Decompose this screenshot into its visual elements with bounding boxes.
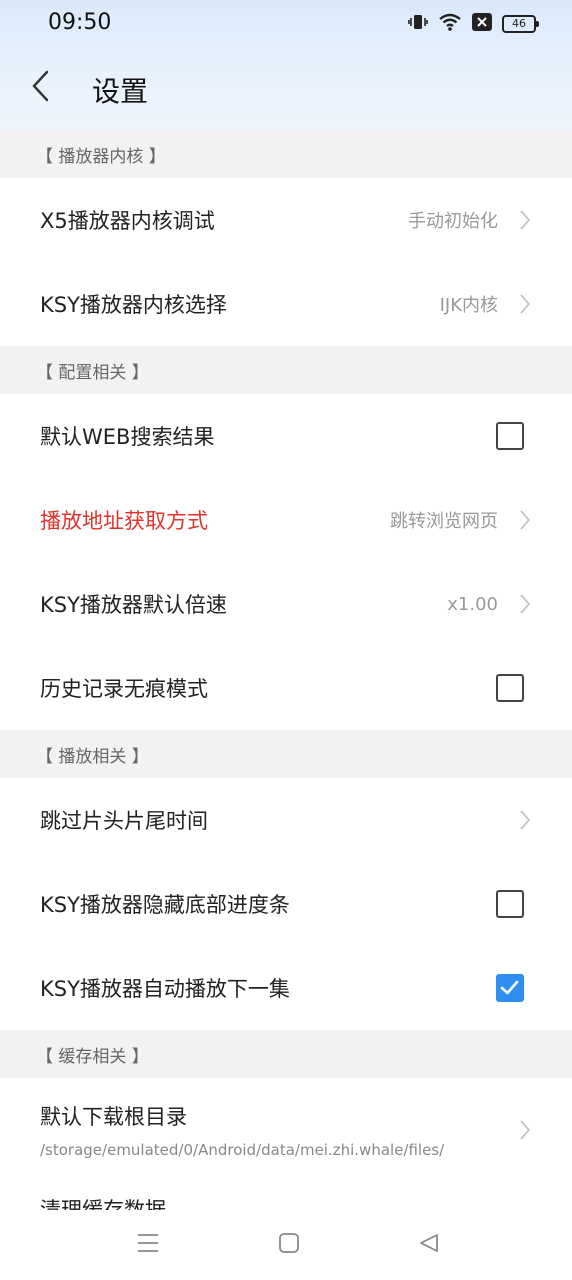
status-icons: 46	[408, 12, 539, 36]
no-signal-icon	[472, 13, 492, 35]
setting-ksy-core-select[interactable]: KSY播放器内核选择 IJK内核	[0, 262, 572, 346]
setting-history-incognito[interactable]: 历史记录无痕模式	[0, 646, 572, 730]
section-header-config: 【 配置相关 】	[0, 346, 572, 394]
web-search-checkbox[interactable]	[496, 422, 524, 450]
setting-label: 跳过片头片尾时间	[40, 809, 208, 833]
chevron-left-icon	[32, 70, 49, 102]
top-area: 09:50 46 设置	[0, 0, 572, 130]
chevron-right-icon	[520, 294, 531, 314]
setting-value: 跳转浏览网页	[390, 511, 498, 532]
setting-label: KSY播放器默认倍速	[40, 593, 227, 617]
setting-label: 播放地址获取方式	[40, 509, 208, 533]
menu-button[interactable]	[136, 1232, 160, 1258]
setting-download-root[interactable]: 默认下载根目录 /storage/emulated/0/Android/data…	[0, 1078, 572, 1182]
setting-ksy-autoplay-next[interactable]: KSY播放器自动播放下一集	[0, 946, 572, 1030]
triangle-back-icon	[420, 1234, 438, 1252]
section-header-cache: 【 缓存相关 】	[0, 1030, 572, 1078]
setting-skip-intro-outro[interactable]: 跳过片头片尾时间	[0, 778, 572, 862]
chevron-right-icon	[520, 1120, 531, 1140]
autoplay-next-checkbox[interactable]	[496, 974, 524, 1002]
chevron-right-icon	[520, 810, 531, 830]
check-icon	[500, 980, 519, 995]
hide-progress-checkbox[interactable]	[496, 890, 524, 918]
section-header-playback: 【 播放相关 】	[0, 730, 572, 778]
chevron-right-icon	[520, 594, 531, 614]
setting-play-url-method[interactable]: 播放地址获取方式 跳转浏览网页	[0, 478, 572, 562]
home-icon	[279, 1233, 299, 1253]
back-nav-button[interactable]	[418, 1232, 440, 1258]
nav-bar: 设置	[0, 52, 572, 130]
setting-default-web-search[interactable]: 默认WEB搜索结果	[0, 394, 572, 478]
setting-x5-core-debug[interactable]: X5播放器内核调试 手动初始化	[0, 178, 572, 262]
setting-value: x1.00	[447, 593, 498, 615]
back-button[interactable]	[20, 66, 60, 106]
incognito-checkbox[interactable]	[496, 674, 524, 702]
setting-label: 历史记录无痕模式	[40, 677, 208, 701]
status-bar: 09:50 46	[0, 0, 572, 52]
setting-label: 默认下载根目录	[40, 1105, 187, 1129]
battery-icon: 46	[502, 15, 539, 33]
setting-label: 清理缓存数据	[40, 1198, 166, 1210]
system-nav-bar	[0, 1210, 572, 1280]
setting-label: KSY播放器隐藏底部进度条	[40, 893, 290, 917]
status-time: 09:50	[48, 10, 112, 35]
setting-path: /storage/emulated/0/Android/data/mei.zhi…	[40, 1141, 445, 1159]
setting-value: IJK内核	[439, 295, 498, 316]
home-button[interactable]	[278, 1232, 300, 1258]
chevron-right-icon	[520, 510, 531, 530]
setting-value: 手动初始化	[408, 211, 498, 232]
setting-clear-cache[interactable]: 清理缓存数据	[0, 1182, 572, 1210]
vibrate-icon	[408, 12, 428, 36]
setting-label: X5播放器内核调试	[40, 209, 215, 233]
setting-ksy-hide-progress[interactable]: KSY播放器隐藏底部进度条	[0, 862, 572, 946]
setting-label: KSY播放器内核选择	[40, 293, 227, 317]
wifi-icon	[438, 12, 462, 36]
section-header-player-core: 【 播放器内核 】	[0, 130, 572, 178]
menu-icon	[138, 1234, 158, 1252]
setting-label: KSY播放器自动播放下一集	[40, 977, 290, 1001]
setting-label: 默认WEB搜索结果	[40, 425, 215, 449]
chevron-right-icon	[520, 210, 531, 230]
settings-list[interactable]: 【 播放器内核 】 X5播放器内核调试 手动初始化 KSY播放器内核选择 IJK…	[0, 130, 572, 1210]
setting-ksy-default-speed[interactable]: KSY播放器默认倍速 x1.00	[0, 562, 572, 646]
page-title: 设置	[92, 75, 149, 108]
